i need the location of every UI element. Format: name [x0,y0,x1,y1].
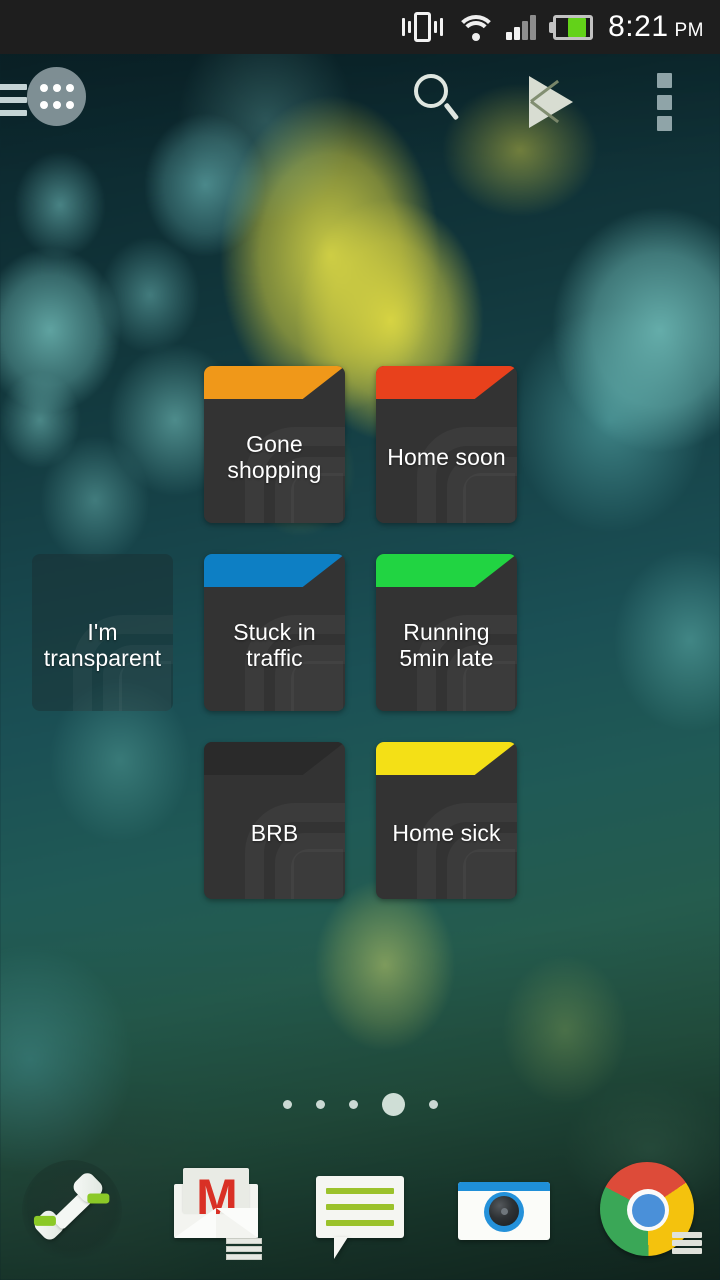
note-text: I'm transparent [43,618,162,671]
note-widget[interactable]: Home soon [376,366,517,523]
dock-item-phone[interactable] [0,1140,144,1280]
chrome-icon [596,1158,702,1262]
note-widget[interactable]: BRB [204,742,345,899]
page-indicator [0,1093,720,1116]
page-dot[interactable] [315,1100,325,1109]
note-widget[interactable]: Stuck in traffic [204,554,345,711]
note-text: Home soon [387,443,506,470]
hamburger-icon[interactable] [0,84,28,116]
dock-item-gmail[interactable]: M [144,1140,288,1280]
top-bar [0,54,720,144]
status-bar[interactable]: 8:21 PM [0,0,720,54]
search-icon[interactable] [411,72,467,128]
note-text: BRB [250,819,299,846]
app-drawer-icon[interactable] [27,67,86,126]
battery-icon [549,14,594,40]
note-text: Gone shopping [227,430,322,483]
note-text: Home sick [392,819,501,846]
widget-grid: Gone shopping Home soon I'm transparent [0,0,720,1280]
home-screen: 8:21 PM Gone shopping Home soon I'm tran… [0,0,720,1280]
messaging-icon [308,1158,412,1262]
dock-item-chrome[interactable] [576,1140,720,1280]
overflow-menu-icon[interactable] [653,73,675,131]
page-dot[interactable] [348,1100,358,1109]
gmail-icon: M [164,1158,268,1262]
note-widget[interactable]: Running 5min late [376,554,517,711]
play-store-icon[interactable] [521,74,581,130]
vibrate-icon [400,11,446,43]
dock-item-camera[interactable] [432,1140,576,1280]
page-dot[interactable] [428,1100,438,1109]
note-widget[interactable]: I'm transparent [32,554,173,711]
cellular-signal-icon [506,14,537,40]
note-widget[interactable]: Gone shopping [204,366,345,523]
note-text: Stuck in traffic [233,618,316,671]
camera-icon [452,1158,556,1262]
page-dot[interactable] [282,1100,292,1109]
dock-item-messaging[interactable] [288,1140,432,1280]
phone-icon [20,1158,124,1262]
status-bar-clock: 8:21 PM [608,10,704,44]
clock-time: 8:21 [608,10,669,43]
clock-ampm: PM [674,20,704,41]
note-widget[interactable]: Home sick [376,742,517,899]
page-dot-active[interactable] [381,1093,405,1116]
wifi-icon [455,13,498,41]
note-text: Running 5min late [399,618,494,671]
dock: M [0,1140,720,1280]
